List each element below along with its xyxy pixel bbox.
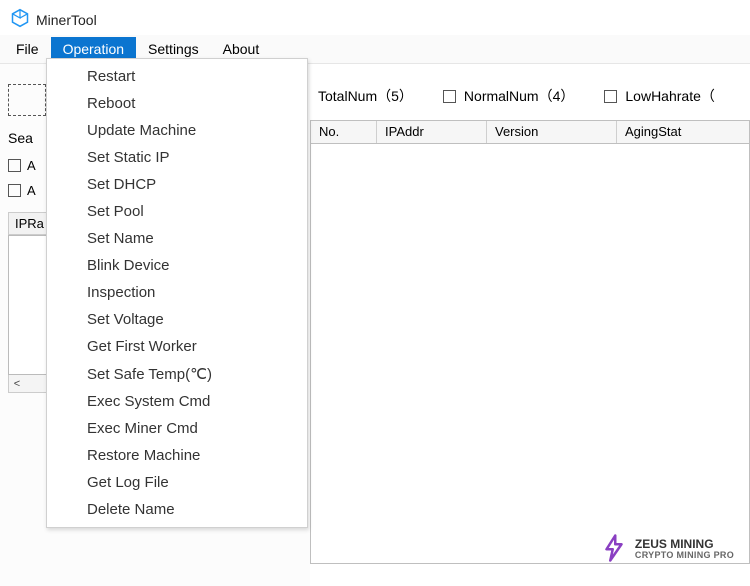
menu-file[interactable]: File [4, 37, 51, 61]
menu-item-exec-system-cmd[interactable]: Exec System Cmd [47, 388, 307, 415]
app-icon [10, 8, 30, 31]
title-bar: MinerTool [0, 0, 750, 35]
dashed-placeholder [8, 84, 46, 116]
operation-dropdown: Restart Reboot Update Machine Set Static… [46, 58, 308, 528]
column-no[interactable]: No. [311, 121, 377, 143]
menu-item-set-static-ip[interactable]: Set Static IP [47, 144, 307, 171]
watermark-text: ZEUS MINING CRYPTO MINING PRO [635, 538, 734, 560]
menu-item-set-pool[interactable]: Set Pool [47, 198, 307, 225]
total-num-label: TotalNum（5） [318, 86, 413, 106]
right-panel: TotalNum（5） NormalNum（4） LowHahrate（ No.… [310, 64, 750, 586]
stats-row: TotalNum（5） NormalNum（4） LowHahrate（ [310, 86, 750, 120]
normal-num-label: NormalNum（4） [464, 88, 574, 104]
app-title: MinerTool [36, 12, 97, 28]
ip-range-label-truncated: IPRa [8, 212, 50, 235]
table-body[interactable] [310, 144, 750, 564]
checkbox-icon[interactable] [8, 184, 21, 197]
menu-item-set-voltage[interactable]: Set Voltage [47, 306, 307, 333]
menu-item-delete-name[interactable]: Delete Name [47, 496, 307, 523]
menu-item-get-log-file[interactable]: Get Log File [47, 469, 307, 496]
menu-item-restart[interactable]: Restart [47, 63, 307, 90]
normal-num-checkbox[interactable] [443, 90, 456, 103]
low-hashrate-label: LowHahrate（ [625, 88, 715, 104]
watermark-line2: CRYPTO MINING PRO [635, 551, 734, 560]
menu-item-restore-machine[interactable]: Restore Machine [47, 442, 307, 469]
watermark: ZEUS MINING CRYPTO MINING PRO [599, 533, 734, 566]
column-version[interactable]: Version [487, 121, 617, 143]
watermark-icon [599, 533, 629, 566]
column-agingstat[interactable]: AgingStat [617, 121, 745, 143]
menu-item-set-name[interactable]: Set Name [47, 225, 307, 252]
menu-item-update-machine[interactable]: Update Machine [47, 117, 307, 144]
normal-num-wrapper: NormalNum（4） [443, 86, 574, 106]
menu-item-get-first-worker[interactable]: Get First Worker [47, 333, 307, 360]
menu-item-set-dhcp[interactable]: Set DHCP [47, 171, 307, 198]
checkbox-label: A [27, 183, 36, 198]
menu-item-set-safe-temp[interactable]: Set Safe Temp(℃) [47, 360, 307, 388]
low-hashrate-checkbox[interactable] [604, 90, 617, 103]
menu-item-exec-miner-cmd[interactable]: Exec Miner Cmd [47, 415, 307, 442]
checkbox-icon[interactable] [8, 159, 21, 172]
menu-item-reboot[interactable]: Reboot [47, 90, 307, 117]
menu-item-inspection[interactable]: Inspection [47, 279, 307, 306]
scroll-left-icon[interactable]: < [9, 378, 25, 390]
low-hashrate-wrapper: LowHahrate（ [604, 86, 715, 106]
checkbox-label: A [27, 158, 36, 173]
table-header: No. IPAddr Version AgingStat [310, 120, 750, 144]
column-ipaddr[interactable]: IPAddr [377, 121, 487, 143]
menu-item-blink-device[interactable]: Blink Device [47, 252, 307, 279]
